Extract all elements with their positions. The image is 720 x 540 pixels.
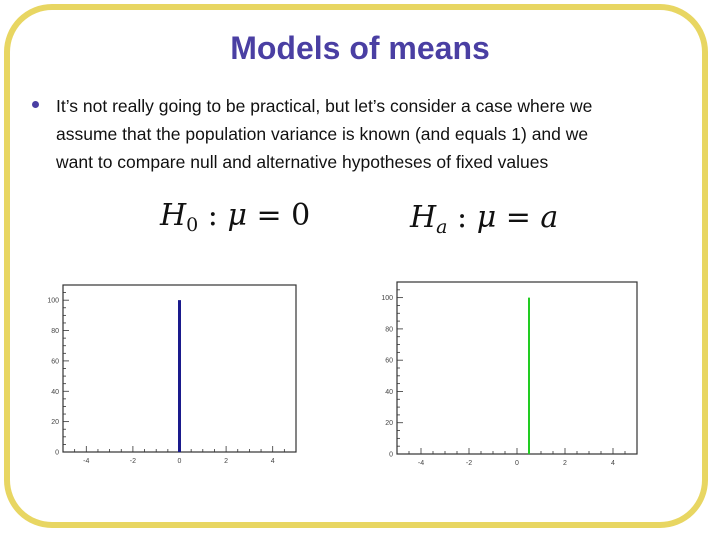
formula-h: H <box>410 200 437 235</box>
formula-subscript: a <box>436 216 448 238</box>
y-tick-label: 40 <box>51 389 59 396</box>
x-tick-label: 2 <box>563 460 567 467</box>
x-tick-label: -4 <box>83 458 89 465</box>
formula-colon: : <box>198 198 228 233</box>
y-tick-label: 20 <box>51 419 59 426</box>
alternative-hypothesis-formula: Ha : μ = a <box>410 200 558 238</box>
bullet-line: want to compare null and alternative hyp… <box>56 152 549 172</box>
formula-mu: μ <box>227 198 247 233</box>
x-tick-label: 4 <box>611 460 615 467</box>
y-tick-label: 100 <box>381 295 393 302</box>
y-tick-label: 100 <box>47 298 59 305</box>
bullet-line: assume that the population variance is k… <box>56 124 589 144</box>
formula-equals: = <box>246 198 292 233</box>
y-tick-label: 0 <box>55 450 59 457</box>
formula-mu: μ <box>476 200 497 235</box>
plot-frame <box>396 281 638 455</box>
null-hypothesis-chart: -4 -2 0 2 4020406080100 <box>47 284 297 465</box>
y-tick-label: 60 <box>385 358 393 365</box>
y-tick-label: 0 <box>389 452 393 459</box>
slide-title: Models of means <box>230 30 490 66</box>
x-tick-label: 4 <box>271 458 275 465</box>
y-tick-label: 80 <box>385 326 393 333</box>
y-tick-label: 40 <box>385 389 393 396</box>
x-tick-label: 2 <box>224 458 228 465</box>
bullet-icon <box>32 101 39 108</box>
null-hypothesis-formula: H0 : μ = 0 <box>160 198 310 236</box>
y-tick-label: 80 <box>51 328 59 335</box>
x-tick-label: -4 <box>418 460 424 467</box>
formula-colon: : <box>447 200 477 235</box>
formula-subscript: 0 <box>186 214 199 236</box>
x-tick-label: 0 <box>178 458 182 465</box>
x-tick-label: 0 <box>515 460 519 467</box>
x-tick-label: -2 <box>466 460 472 467</box>
alternative-hypothesis-chart: -4 -2 0 2 4020406080100 <box>381 281 638 467</box>
x-tick-label: -2 <box>130 458 136 465</box>
bullet-text: It’s not really going to be practical, b… <box>56 92 696 176</box>
formula-value: 0 <box>291 198 311 233</box>
bullet-line: It’s not really going to be practical, b… <box>56 96 593 116</box>
formula-h: H <box>160 198 187 233</box>
formula-equals: = <box>496 200 541 235</box>
y-tick-label: 60 <box>51 358 59 365</box>
y-tick-label: 20 <box>385 420 393 427</box>
formula-value: a <box>540 200 559 235</box>
